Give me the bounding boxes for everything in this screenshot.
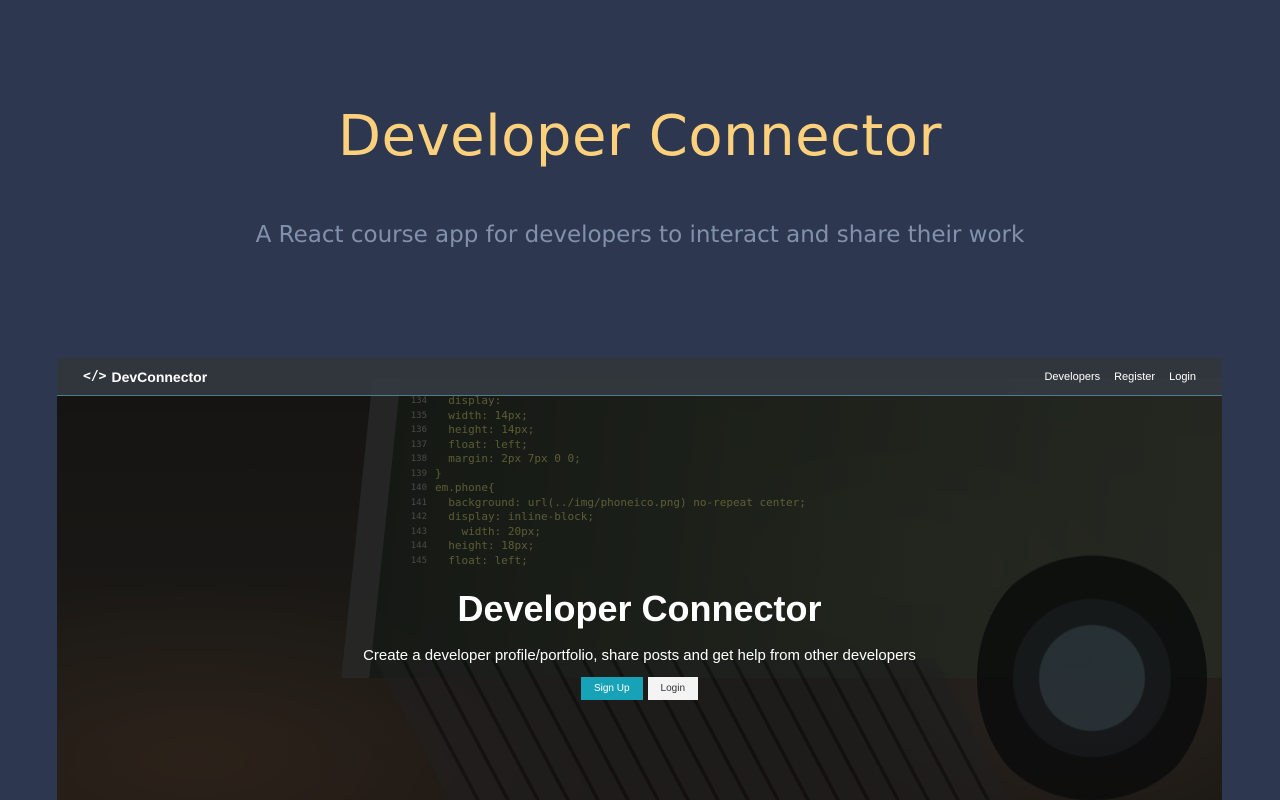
- nav-link-developers[interactable]: Developers: [1044, 371, 1100, 383]
- nav-link-register[interactable]: Register: [1114, 371, 1155, 383]
- navbar: </> DevConnector Developers Register Log…: [57, 358, 1222, 396]
- dark-overlay: [57, 358, 1222, 800]
- hero-title: Developer Connector: [337, 104, 943, 169]
- landing-buttons: Sign Up Login: [57, 677, 1222, 700]
- nav-link-login[interactable]: Login: [1169, 371, 1196, 383]
- brand-name: DevConnector: [111, 368, 208, 385]
- landing-title: Developer Connector: [457, 588, 822, 629]
- nav-links: Developers Register Login: [1044, 371, 1196, 383]
- page: Developer Connector A React course app f…: [0, 0, 1280, 800]
- code-icon: </>: [83, 369, 107, 384]
- login-button[interactable]: Login: [647, 677, 699, 700]
- brand-logo[interactable]: </> DevConnector: [83, 369, 207, 385]
- sign-up-button[interactable]: Sign Up: [580, 677, 643, 700]
- landing-lead: Create a developer profile/portfolio, sh…: [363, 647, 916, 664]
- app-screenshot: 134 135 136 137 138 139 140 141 142 143 144 145 dis…: [57, 358, 1222, 800]
- hero-subtitle: A React course app for developers to int…: [255, 222, 1025, 248]
